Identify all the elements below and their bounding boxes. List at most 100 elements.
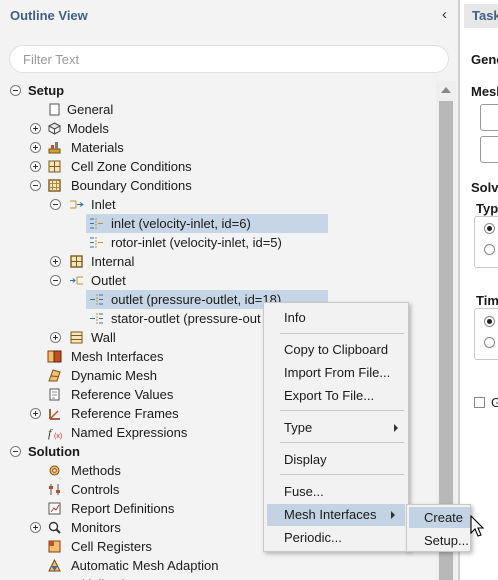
- menu-separator: [280, 410, 404, 411]
- tree-item-general[interactable]: General: [0, 100, 430, 119]
- general-icon: [49, 103, 60, 116]
- menu-item-mesh-interfaces[interactable]: Mesh Interfaces: [267, 504, 405, 526]
- menu-item-fuse[interactable]: Fuse...: [264, 481, 408, 503]
- mesh-interfaces-icon: [47, 350, 62, 363]
- expand-icon[interactable]: [30, 408, 41, 419]
- menu-item-info[interactable]: Info: [264, 307, 408, 329]
- gravity-checkbox[interactable]: [474, 397, 485, 408]
- tree-item-materials[interactable]: Materials: [0, 138, 430, 157]
- menu-item-label: Mesh Interfaces: [284, 507, 377, 522]
- tree-item-label: inlet (velocity-inlet, id=6): [111, 216, 251, 231]
- boundary-conditions-icon: [48, 179, 61, 192]
- mesh-heading: Mesh: [471, 84, 498, 99]
- tree-item-label: Mesh Interfaces: [71, 349, 164, 364]
- menu-separator: [280, 442, 404, 443]
- svg-text:(x): (x): [54, 433, 62, 440]
- submenu-arrow-icon: [391, 511, 395, 519]
- tree-item-automatic-mesh-adaption[interactable]: Automatic Mesh Adaption: [0, 556, 430, 575]
- tree-item-label: Wall: [91, 330, 116, 345]
- tree-item-inlet-velocity-inlet-id-6[interactable]: inlet (velocity-inlet, id=6): [86, 214, 328, 233]
- inlet-group-icon: [70, 200, 84, 209]
- filter-text-input[interactable]: [9, 45, 449, 73]
- expand-icon[interactable]: [30, 123, 41, 134]
- collapse-icon[interactable]: [10, 85, 21, 96]
- submenu-item-create[interactable]: Create: [409, 507, 470, 528]
- scroll-up-arrow-icon[interactable]: [441, 87, 451, 93]
- collapse-icon[interactable]: [30, 180, 41, 191]
- collapse-icon[interactable]: [10, 446, 21, 457]
- menu-item-import-from-file[interactable]: Import From File...: [264, 362, 408, 384]
- internal-icon: [70, 255, 83, 268]
- pressure-outlet-icon: [90, 294, 103, 305]
- task-page-title: Task: [472, 8, 498, 23]
- menu-item-display[interactable]: Display: [264, 449, 408, 471]
- task-page-panel: Task Gene Mesh Solve Typ Tim G: [458, 0, 498, 580]
- models-icon: [47, 122, 62, 135]
- outlet-group-icon: [70, 276, 83, 285]
- mesh-scale-button[interactable]: [480, 104, 498, 131]
- mesh-display-button[interactable]: [480, 136, 498, 163]
- tree-item-label: General: [67, 102, 114, 117]
- mouse-cursor-icon: [470, 515, 485, 537]
- submenu-item-label: Create: [424, 510, 464, 525]
- tree-item-label: Named Expressions: [71, 425, 188, 440]
- steady-radio[interactable]: [484, 316, 495, 327]
- menu-item-type[interactable]: Type: [264, 417, 408, 439]
- materials-icon: [48, 142, 61, 154]
- tree-item-label: Materials: [71, 140, 124, 155]
- methods-icon: [49, 465, 60, 476]
- collapse-panel-button[interactable]: ‹: [442, 6, 447, 23]
- expand-icon[interactable]: [30, 161, 41, 172]
- svg-text:f: f: [48, 426, 53, 440]
- tree-item-label: Models: [67, 121, 109, 136]
- tree-item-label: Reference Frames: [71, 406, 179, 421]
- wall-icon: [70, 331, 83, 344]
- general-heading: Gene: [471, 52, 498, 67]
- menu-item-periodic[interactable]: Periodic...: [264, 527, 408, 549]
- tree-item-outlet[interactable]: Outlet: [0, 271, 430, 290]
- expand-icon[interactable]: [30, 522, 41, 533]
- tree-item-cell-zone-conditions[interactable]: Cell Zone Conditions: [0, 157, 430, 176]
- tree-item-label: Boundary Conditions: [71, 178, 192, 193]
- reference-frames-icon: [49, 409, 60, 420]
- dynamic-mesh-icon: [48, 369, 61, 382]
- menu-item-label: Display: [284, 452, 327, 467]
- expand-icon[interactable]: [30, 142, 41, 153]
- time-label: Tim: [476, 293, 498, 308]
- tree-item-internal[interactable]: Internal: [0, 252, 430, 271]
- tree-item-inlet[interactable]: Inlet: [0, 195, 430, 214]
- tree-item-label: Cell Zone Conditions: [71, 159, 192, 174]
- expand-icon[interactable]: [50, 256, 61, 267]
- solver-type-label: Typ: [476, 201, 498, 216]
- density-based-radio[interactable]: [484, 244, 495, 255]
- outline-title: Outline View: [10, 8, 88, 23]
- velocity-inlet-icon: [90, 237, 103, 248]
- tree-item-label: Controls: [71, 482, 120, 497]
- tree-item-label: Initialization: [71, 575, 139, 580]
- tree-item-label: rotor-inlet (velocity-inlet, id=5): [111, 235, 282, 250]
- report-definitions-icon: [48, 502, 61, 515]
- collapse-icon[interactable]: [50, 199, 61, 210]
- controls-icon: [49, 484, 60, 495]
- expand-icon[interactable]: [50, 332, 61, 343]
- submenu-item-setup[interactable]: Setup...: [409, 530, 470, 551]
- gravity-label: G: [491, 395, 498, 410]
- cell-zone-icon: [48, 160, 61, 173]
- tree-item-boundary-conditions[interactable]: Boundary Conditions: [0, 176, 430, 195]
- tree-item-setup[interactable]: Setup: [0, 81, 430, 100]
- menu-item-export-to-file[interactable]: Export To File...: [264, 385, 408, 407]
- tree-item-label: Methods: [71, 463, 121, 478]
- submenu-item-label: Setup...: [424, 533, 469, 548]
- monitors-icon: [48, 521, 61, 534]
- transient-radio[interactable]: [484, 337, 495, 348]
- menu-item-copy-to-clipboard[interactable]: Copy to Clipboard: [264, 339, 408, 361]
- tree-item-models[interactable]: Models: [0, 119, 430, 138]
- tree-item-initialization[interactable]: Initialization: [0, 575, 430, 580]
- tree-item-label: Reference Values: [71, 387, 174, 402]
- menu-item-label: Type: [284, 420, 313, 435]
- tree-item-rotor-inlet-velocity-inlet-id-5[interactable]: rotor-inlet (velocity-inlet, id=5): [0, 233, 430, 252]
- menu-separator: [280, 333, 404, 334]
- pressure-based-radio[interactable]: [484, 223, 495, 234]
- collapse-icon[interactable]: [50, 275, 61, 286]
- tree-item-label: Report Definitions: [71, 501, 175, 516]
